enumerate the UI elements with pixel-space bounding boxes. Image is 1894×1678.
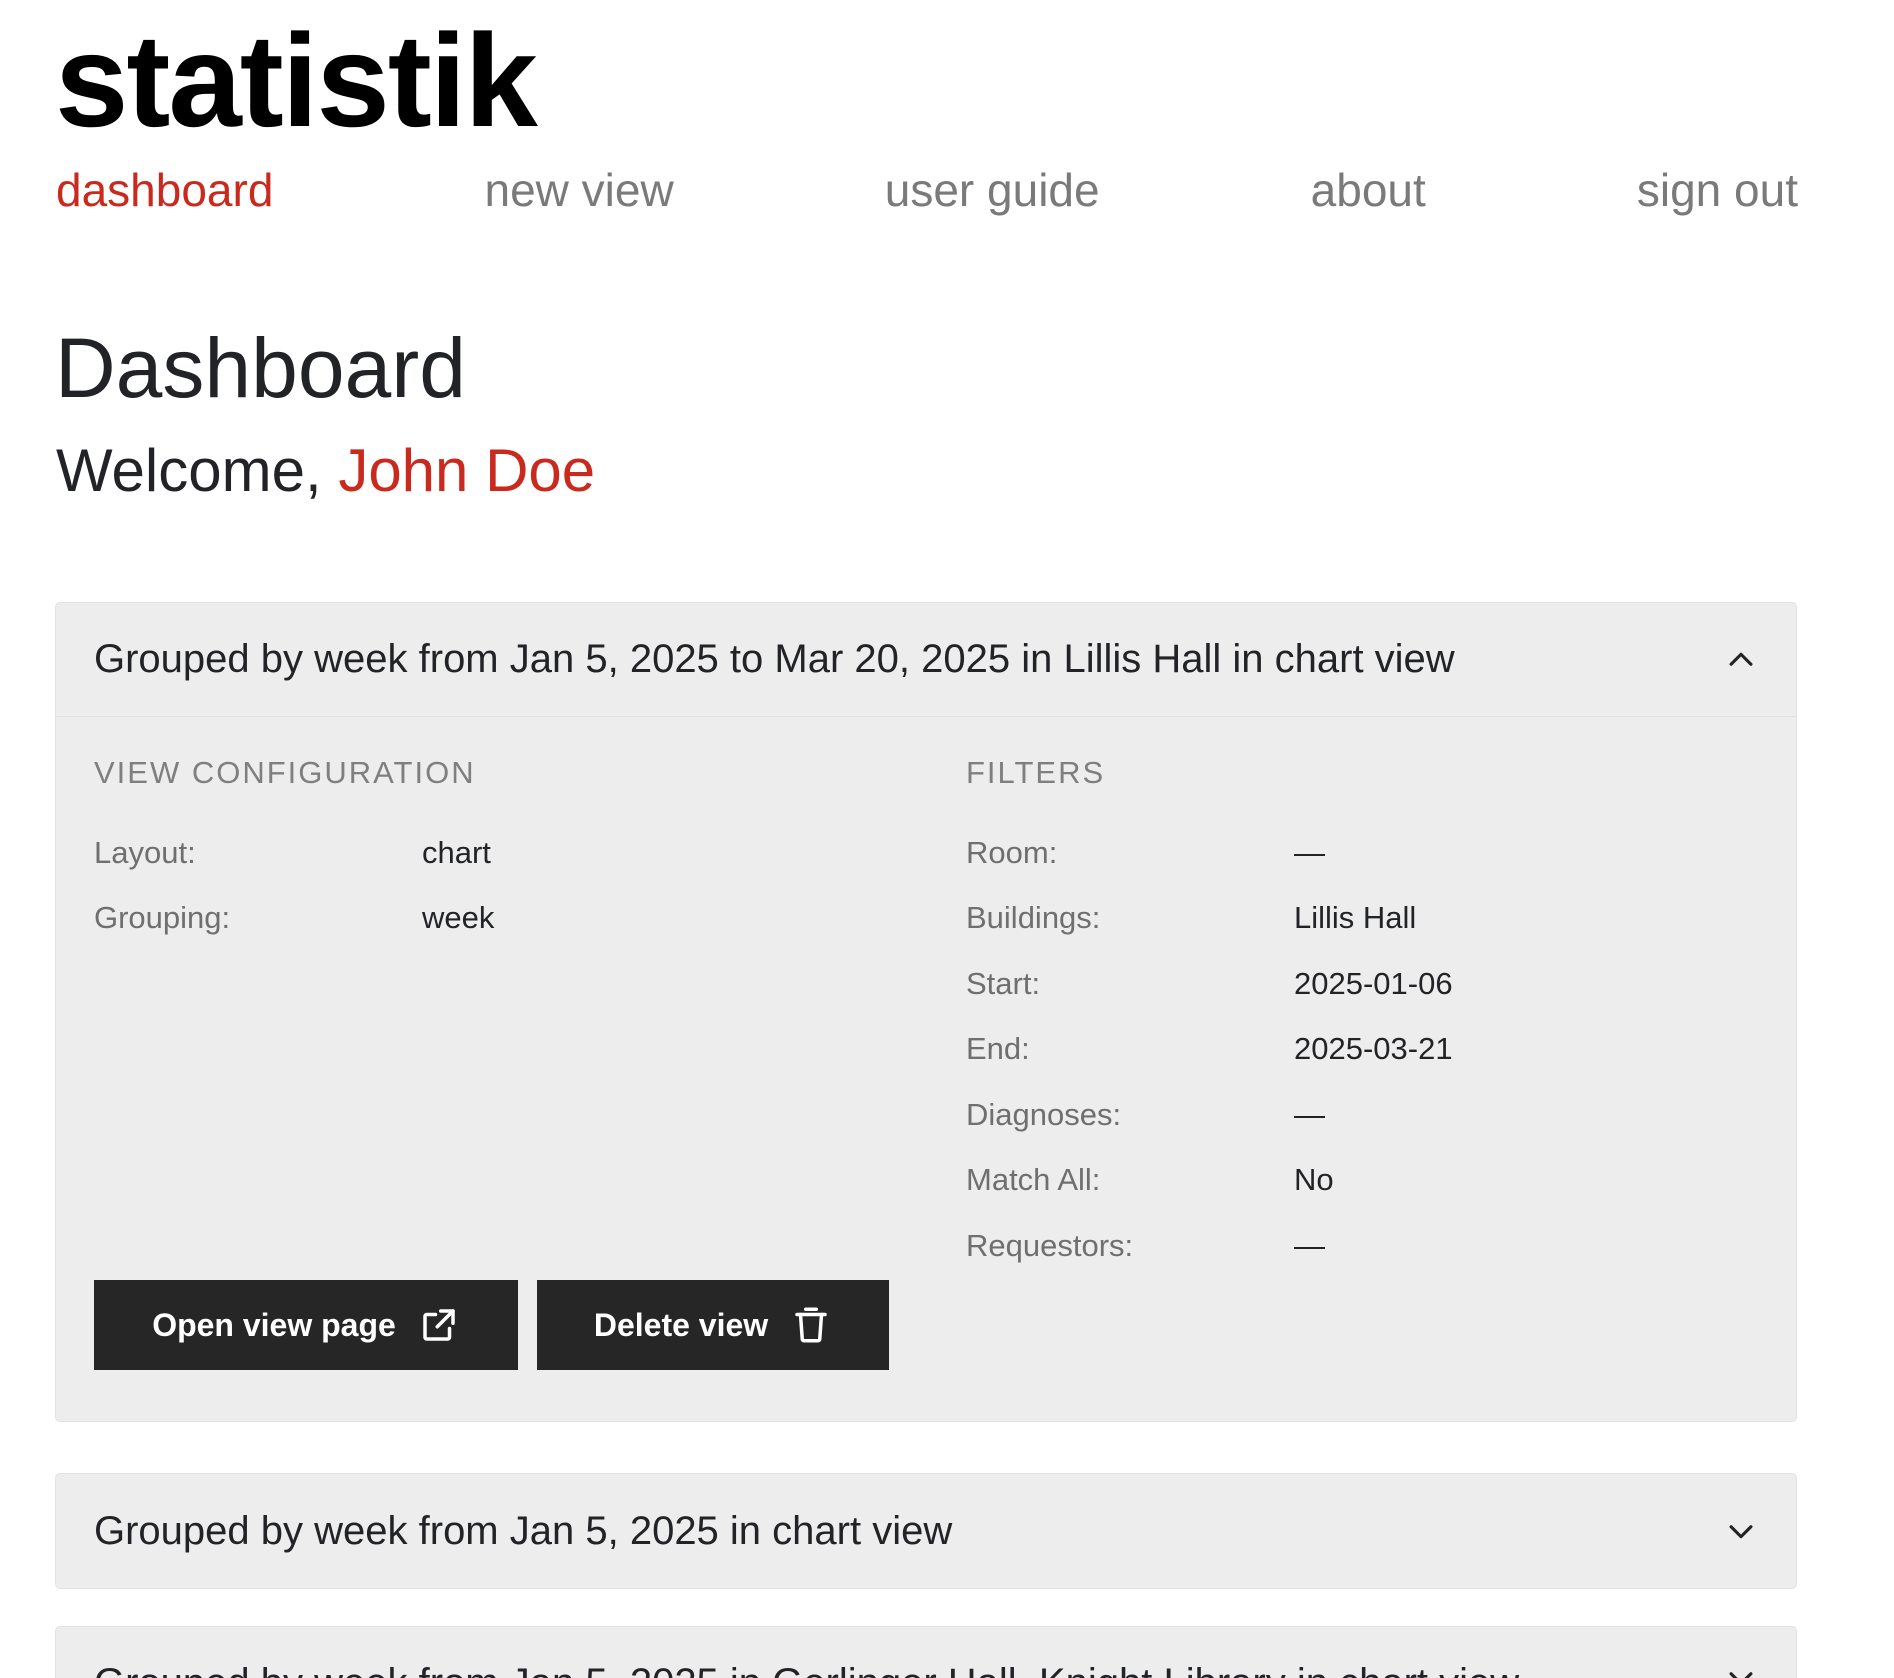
view-card: Grouped by week from Jan 5, 2025 in Gerl… [55,1626,1797,1678]
end-label: End: [966,1031,1030,1066]
delete-view-button[interactable]: Delete view [537,1280,889,1370]
chevron-up-icon[interactable] [1724,643,1758,677]
requestors-value: — [1294,1228,1325,1263]
user-name: John Doe [338,437,596,504]
layout-label: Layout: [94,835,196,870]
view-card-header[interactable]: Grouped by week from Jan 5, 2025 in char… [56,1474,1796,1588]
room-value: — [1294,835,1325,870]
match-all-label: Match All: [966,1162,1101,1197]
grouping-value: week [422,900,495,935]
view-card-header[interactable]: Grouped by week from Jan 5, 2025 to Mar … [56,603,1796,717]
view-details: VIEW CONFIGURATION Layout: chart Groupin… [56,717,1796,1421]
nav-sign-out[interactable]: sign out [1637,165,1798,216]
requestors-label: Requestors: [966,1228,1134,1263]
buildings-label: Buildings: [966,900,1101,935]
page: statistik dashboard new view user guide … [0,0,1894,1678]
view-summary: Grouped by week from Jan 5, 2025 in char… [94,1508,953,1553]
delete-view-label: Delete view [593,1306,769,1343]
view-card: Grouped by week from Jan 5, 2025 in char… [55,1473,1797,1589]
external-link-icon [423,1309,455,1341]
room-label: Room: [966,835,1058,870]
welcome-prefix: Welcome, [56,437,339,504]
view-summary: Grouped by week from Jan 5, 2025 in Gerl… [94,1661,1724,1678]
layout-value: chart [422,835,491,870]
open-view-page-button[interactable]: Open view page [94,1280,518,1370]
view-configuration-heading: VIEW CONFIGURATION [94,755,476,790]
welcome-message: Welcome, John Doe [56,438,595,504]
view-card: Grouped by week from Jan 5, 2025 to Mar … [55,602,1797,1422]
start-label: Start: [966,966,1041,1001]
nav-user-guide[interactable]: user guide [885,165,1100,216]
end-value: 2025-03-21 [1294,1031,1453,1066]
diagnoses-value: — [1294,1097,1325,1132]
filters-heading: FILTERS [966,755,1106,790]
view-card-header[interactable]: Grouped by week from Jan 5, 2025 in Gerl… [56,1627,1796,1678]
buildings-value: Lillis Hall [1294,900,1417,935]
match-all-value: No [1294,1162,1334,1197]
main-nav: dashboard new view user guide about sign… [56,165,1798,216]
chevron-down-icon[interactable] [1724,1661,1758,1678]
nav-about[interactable]: about [1311,165,1426,216]
trash-icon [795,1307,827,1343]
diagnoses-label: Diagnoses: [966,1097,1122,1132]
nav-new-view[interactable]: new view [484,165,673,216]
grouping-label: Grouping: [94,900,231,935]
page-title: Dashboard [55,321,466,415]
open-view-page-label: Open view page [152,1306,396,1343]
brand-logo[interactable]: statistik [55,8,538,153]
chevron-down-icon[interactable] [1724,1514,1758,1548]
nav-dashboard[interactable]: dashboard [56,165,273,216]
view-summary: Grouped by week from Jan 5, 2025 to Mar … [94,637,1455,681]
start-value: 2025-01-06 [1294,966,1453,1001]
